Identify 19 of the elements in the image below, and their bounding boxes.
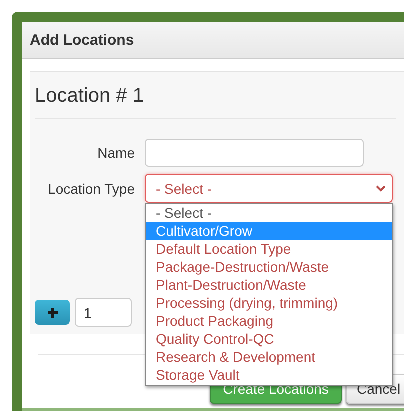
name-field[interactable] xyxy=(145,139,364,167)
add-button[interactable] xyxy=(35,300,70,325)
chevron-down-icon xyxy=(376,185,386,192)
dropdown-option[interactable]: Research & Development xyxy=(146,348,392,366)
dropdown-option[interactable]: Processing (drying, trimming) xyxy=(146,294,392,312)
location-type-select[interactable]: - Select - xyxy=(145,174,393,203)
dialog-title: Add Locations xyxy=(30,32,134,48)
name-label: Name xyxy=(96,145,136,161)
dropdown-option[interactable]: Product Packaging xyxy=(146,312,392,330)
plus-icon xyxy=(46,306,58,318)
dropdown-option[interactable]: Default Location Type xyxy=(146,240,392,258)
dropdown-option[interactable]: Cultivator/Grow xyxy=(146,222,392,240)
dropdown-option[interactable]: Package-Destruction/Waste xyxy=(146,258,392,276)
count-field[interactable]: 1 xyxy=(75,298,132,327)
dropdown-option[interactable]: Plant-Destruction/Waste xyxy=(146,276,392,294)
location-type-label: Location Type xyxy=(47,180,136,196)
location-heading: Location # 1 xyxy=(35,72,396,119)
dropdown-option[interactable]: Quality Control-QC xyxy=(146,330,392,348)
dropdown-option[interactable]: - Select - xyxy=(146,204,392,222)
